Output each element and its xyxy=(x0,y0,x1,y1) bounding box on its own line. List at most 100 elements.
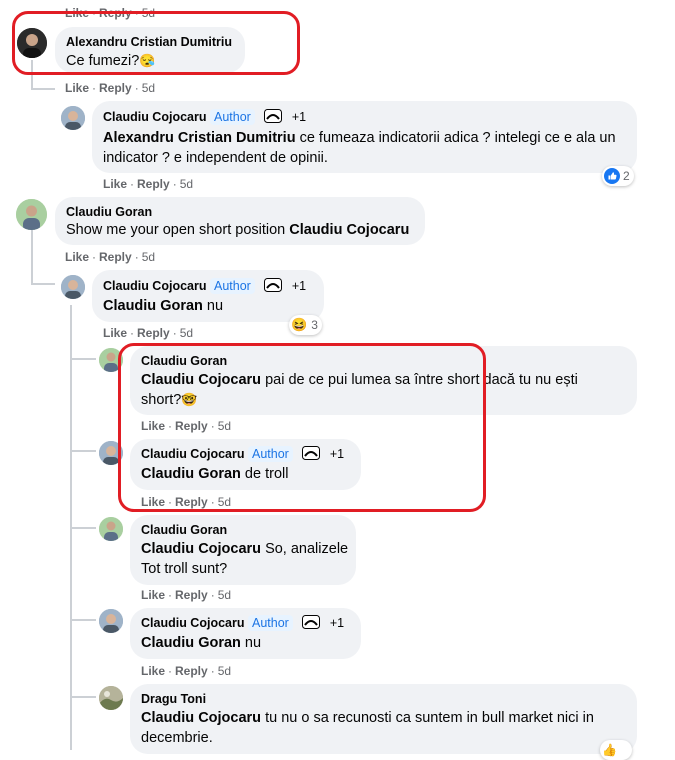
comment-author[interactable]: Claudiu Cojocaru xyxy=(141,616,244,630)
sleepy-emoji-icon: 😪 xyxy=(139,53,156,68)
comment-text: decembrie. xyxy=(141,730,213,746)
reaction-count: 2 xyxy=(623,169,630,183)
reaction-summary[interactable]: 2 xyxy=(602,166,634,186)
comment-author: Claudiu Cojocaru xyxy=(103,110,206,124)
mention[interactable]: Claudiu Goran xyxy=(141,466,241,482)
thread-line xyxy=(70,527,96,529)
top-fan-icon xyxy=(302,615,321,629)
reply-link[interactable]: Reply xyxy=(99,250,132,264)
reply-link[interactable]: Reply xyxy=(137,326,170,340)
like-link[interactable]: Like xyxy=(65,6,89,20)
comment-text: Claudiu Goran nu xyxy=(141,635,262,651)
like-link[interactable]: Like xyxy=(141,588,165,602)
avatar[interactable] xyxy=(61,275,85,299)
like-reaction-icon xyxy=(604,168,620,184)
avatar[interactable] xyxy=(99,686,123,710)
avatar[interactable] xyxy=(99,441,123,465)
reaction-icon: 👍 xyxy=(602,743,617,757)
mention[interactable]: Claudiu Cojocaru xyxy=(289,222,409,238)
comment-text: Ce fumezi?😪 xyxy=(66,53,156,69)
timestamp[interactable]: 5d xyxy=(218,495,231,509)
timestamp[interactable]: 5d xyxy=(142,250,155,264)
badge-count: +1 xyxy=(329,447,345,461)
comment-actions: Like · Reply · 5d xyxy=(103,326,194,340)
mention[interactable]: Claudiu Goran xyxy=(141,635,241,651)
comment-text: Claudiu Goran nu xyxy=(103,298,224,314)
comment-author[interactable]: Claudiu Goran xyxy=(141,523,227,537)
timestamp[interactable]: 5d xyxy=(218,588,231,602)
reply-link[interactable]: Reply xyxy=(175,664,208,678)
like-link[interactable]: Like xyxy=(103,326,127,340)
reaction-summary[interactable]: 😆 3 xyxy=(289,315,322,335)
mention[interactable]: Claudiu Goran xyxy=(103,298,203,314)
mention[interactable]: Claudiu Cojocaru xyxy=(141,710,261,726)
author-badge: Author xyxy=(210,109,255,125)
author-name[interactable]: Claudiu Cojocaru xyxy=(103,110,206,124)
mention[interactable]: Claudiu Cojocaru xyxy=(141,372,261,388)
top-fan-icon xyxy=(264,109,283,123)
thread-line xyxy=(70,696,96,698)
like-link[interactable]: Like xyxy=(65,81,89,95)
like-link[interactable]: Like xyxy=(141,419,165,433)
comment-actions: Like · Reply · 5d xyxy=(141,495,232,509)
avatar[interactable] xyxy=(16,199,47,230)
comment-actions: Like · Reply · 5d xyxy=(141,664,232,678)
comment-actions: Like · Reply · 5d xyxy=(65,250,156,264)
top-fan-icon xyxy=(302,446,321,460)
timestamp[interactable]: 5d xyxy=(142,6,155,20)
comment-text: Claudiu Cojocaru pai de ce pui lumea sa … xyxy=(141,372,578,388)
avatar[interactable] xyxy=(17,28,47,58)
like-link[interactable]: Like xyxy=(141,495,165,509)
author-badge: Author xyxy=(248,446,293,462)
timestamp[interactable]: 5d xyxy=(180,326,193,340)
avatar[interactable] xyxy=(99,609,123,633)
timestamp[interactable]: 5d xyxy=(142,81,155,95)
comment-author[interactable]: Claudiu Goran xyxy=(66,205,152,219)
author-badge-row: Author +1 xyxy=(244,446,344,462)
avatar[interactable] xyxy=(99,517,123,541)
thread-line xyxy=(70,358,96,360)
comment-author[interactable]: Claudiu Goran xyxy=(141,354,227,368)
thread-line xyxy=(31,230,33,285)
comment-author[interactable]: Alexandru Cristian Dumitriu xyxy=(66,35,232,49)
like-link[interactable]: Like xyxy=(103,177,127,191)
comment-author[interactable]: Claudiu Cojocaru xyxy=(141,447,244,461)
comment-actions: Like · Reply · 5d xyxy=(65,6,156,20)
comment-actions: Like · Reply · 5d xyxy=(103,177,194,191)
like-link[interactable]: Like xyxy=(141,664,165,678)
author-badge: Author xyxy=(248,615,293,631)
reply-link[interactable]: Reply xyxy=(175,419,208,433)
reply-link[interactable]: Reply xyxy=(137,177,170,191)
reply-link[interactable]: Reply xyxy=(99,81,132,95)
thread-line xyxy=(31,283,55,285)
mention[interactable]: Claudiu Cojocaru xyxy=(141,541,261,557)
comment-text: Claudiu Cojocaru So, analizele xyxy=(141,541,349,557)
reply-link[interactable]: Reply xyxy=(175,588,208,602)
comment-text: Claudiu Goran de troll xyxy=(141,466,289,482)
comment-text: short?🤓 xyxy=(141,392,198,408)
author-badge-row: Author +1 xyxy=(206,109,306,125)
top-fan-icon xyxy=(264,278,283,292)
thread-line xyxy=(70,619,96,621)
like-link[interactable]: Like xyxy=(65,250,89,264)
comment-actions: Like · Reply · 5d xyxy=(65,81,156,95)
author-badge: Author xyxy=(210,278,255,294)
timestamp[interactable]: 5d xyxy=(180,177,193,191)
mention[interactable]: Alexandru Cristian Dumitriu xyxy=(103,130,296,146)
reply-link[interactable]: Reply xyxy=(99,6,132,20)
comment-text: Claudiu Cojocaru tu nu o sa recunosti ca… xyxy=(141,710,594,726)
haha-reaction-icon: 😆 xyxy=(291,317,308,332)
avatar[interactable] xyxy=(99,348,123,372)
timestamp[interactable]: 5d xyxy=(218,664,231,678)
comment-text: Show me your open short position Claudiu… xyxy=(66,222,410,238)
author-badge-row: Author +1 xyxy=(244,615,344,631)
timestamp[interactable]: 5d xyxy=(218,419,231,433)
reaction-summary[interactable]: 👍 xyxy=(600,740,632,760)
comment-author[interactable]: Claudiu Cojocaru xyxy=(103,279,206,293)
nerd-emoji-icon: 🤓 xyxy=(181,392,198,407)
comment-author[interactable]: Dragu Toni xyxy=(141,692,206,706)
avatar[interactable] xyxy=(61,106,85,130)
badge-count: +1 xyxy=(291,279,307,293)
comment-text: Alexandru Cristian Dumitriu ce fumeaza i… xyxy=(103,130,616,146)
reply-link[interactable]: Reply xyxy=(175,495,208,509)
